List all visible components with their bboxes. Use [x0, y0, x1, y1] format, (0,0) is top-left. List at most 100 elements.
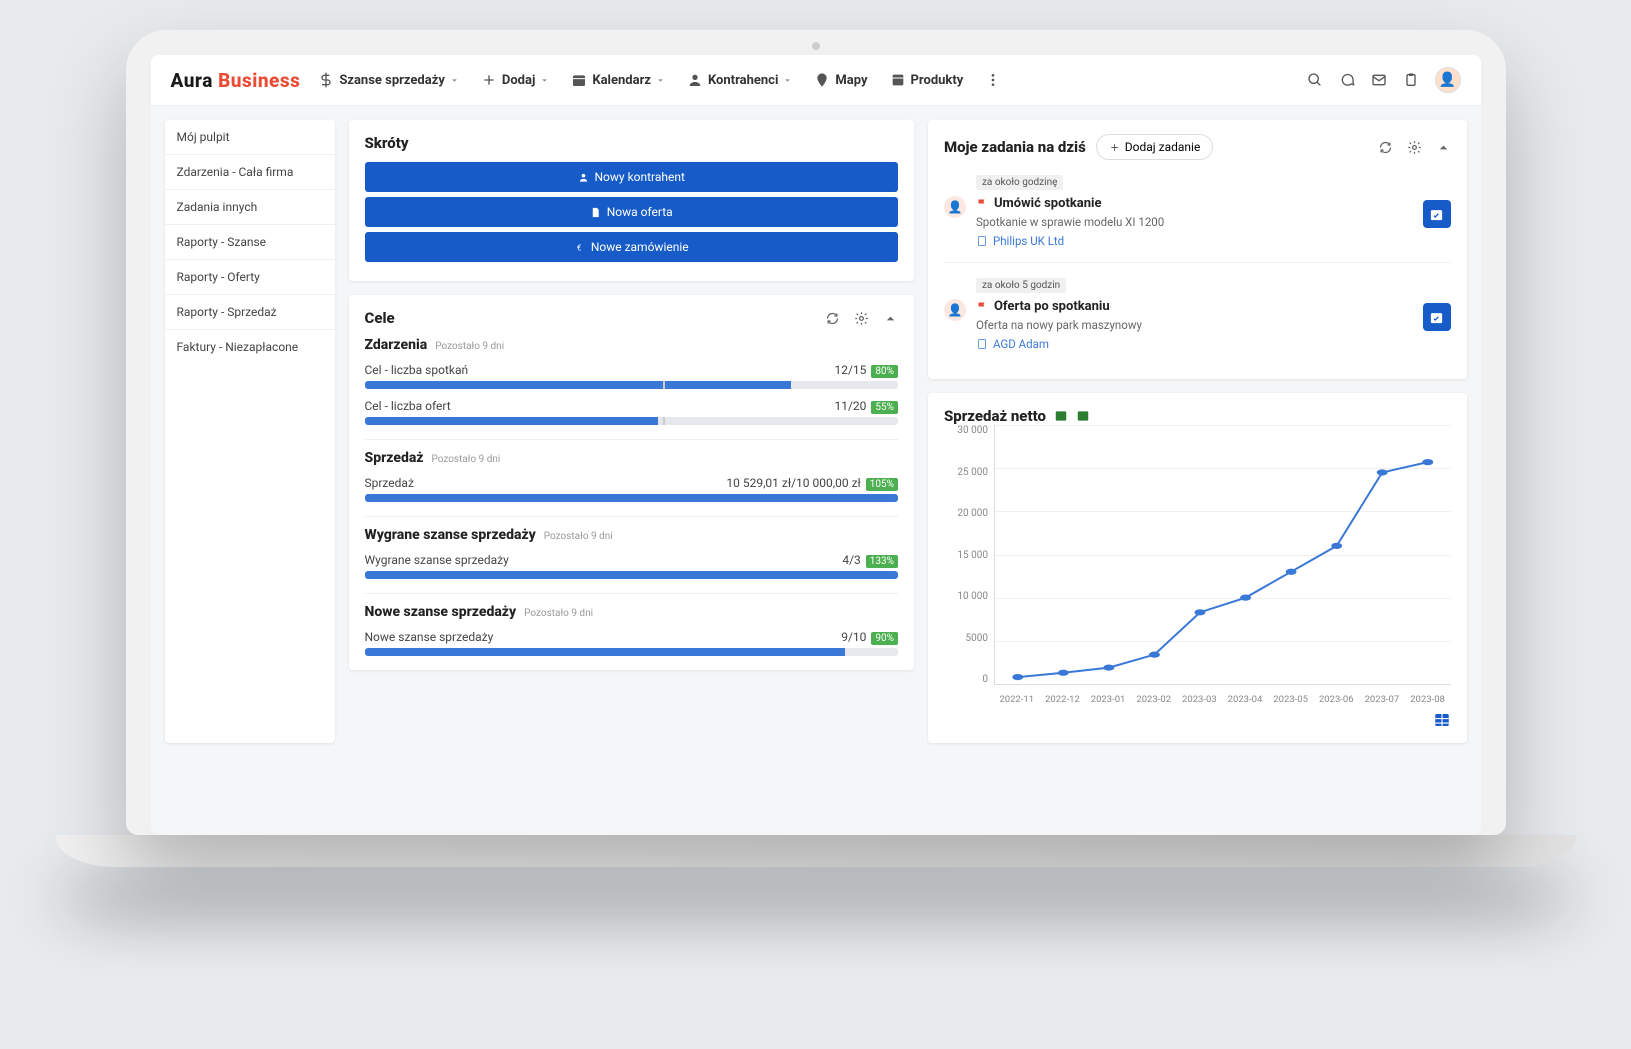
section-won-sub: Pozostało 9 dni — [544, 531, 613, 542]
task-time: za około godzinę — [976, 175, 1063, 190]
person-add-icon — [578, 172, 589, 183]
task-desc: Spotkanie w sprawie modelu XI 1200 — [976, 215, 1413, 229]
collapse-icon[interactable] — [883, 311, 898, 326]
top-header: Aura Business Szanse sprzedaży Dodaj — [151, 55, 1481, 106]
y-tick: 20 000 — [944, 508, 988, 519]
logo-part1: Aura — [171, 69, 213, 92]
nav-sales-label: Szanse sprzedaży — [339, 73, 445, 88]
sidebar-item-tasks[interactable]: Zadania innych — [165, 190, 335, 225]
y-tick: 0 — [944, 674, 988, 685]
excel-icon-2[interactable] — [1076, 409, 1090, 423]
nav-products[interactable]: Produkty — [890, 72, 964, 88]
x-tick: 2023-05 — [1273, 694, 1308, 705]
x-tick: 2023-03 — [1182, 694, 1217, 705]
shortcuts-card: Skróty Nowy kontrahent Nowa oferta — [349, 120, 914, 281]
task-avatar: 👤 — [944, 299, 966, 321]
more-icon[interactable] — [985, 72, 1001, 88]
x-tick: 2023-02 — [1136, 694, 1171, 705]
sidebar-item-reports-offers[interactable]: Raporty - Oferty — [165, 260, 335, 295]
goal-sales-badge: 105% — [866, 478, 898, 491]
excel-icon[interactable] — [1054, 409, 1068, 423]
goals-title: Cele — [365, 309, 395, 327]
sidebar-item-reports-sales[interactable]: Raporty - Sprzedaż — [165, 295, 335, 330]
nav-sales[interactable]: Szanse sprzedaży — [318, 72, 459, 88]
calendar-icon — [571, 72, 587, 88]
chevron-down-icon — [656, 76, 665, 85]
add-task-button[interactable]: Dodaj zadanie — [1096, 134, 1214, 160]
x-tick: 2023-04 — [1228, 694, 1263, 705]
task-avatar: 👤 — [944, 196, 966, 218]
goal-won-label: Wygrane szanse sprzedaży — [365, 553, 509, 567]
goal-new-value: 9/10 — [841, 630, 866, 644]
goal-new-label: Nowe szanse sprzedaży — [365, 630, 494, 644]
section-events-title: Zdarzenia — [365, 337, 428, 353]
svg-text:€: € — [577, 243, 582, 253]
new-offer-label: Nowa oferta — [607, 205, 673, 219]
new-contractor-button[interactable]: Nowy kontrahent — [365, 162, 898, 192]
mail-icon[interactable] — [1371, 72, 1387, 88]
refresh-icon[interactable] — [825, 311, 840, 326]
goal-sales: Sprzedaż 10 529,01 zł/10 000,00 zł105% — [365, 476, 898, 502]
nav-add-label: Dodaj — [502, 73, 535, 88]
section-sales-title: Sprzedaż — [365, 450, 424, 466]
chat-icon[interactable] — [1339, 72, 1355, 88]
task-link[interactable]: Philips UK Ltd — [976, 234, 1413, 248]
section-new-title: Nowe szanse sprzedaży — [365, 604, 517, 620]
new-offer-button[interactable]: Nowa oferta — [365, 197, 898, 227]
clipboard-icon[interactable] — [1403, 72, 1419, 88]
refresh-icon[interactable] — [1378, 140, 1393, 155]
task-calendar-button[interactable] — [1423, 200, 1451, 228]
sidebar-item-invoices[interactable]: Faktury - Niezapłacone — [165, 330, 335, 364]
calendar-check-icon — [1429, 207, 1444, 222]
gear-icon[interactable] — [854, 311, 869, 326]
collapse-icon[interactable] — [1436, 140, 1451, 155]
progress-offers — [365, 417, 898, 425]
nav-contractors-label: Kontrahenci — [708, 73, 778, 88]
pin-icon — [814, 72, 830, 88]
goal-meetings: Cel - liczba spotkań 12/1580% — [365, 363, 898, 389]
new-order-button[interactable]: € Nowe zamówienie — [365, 232, 898, 262]
doc-link-icon — [976, 235, 988, 247]
x-tick: 2022-11 — [999, 694, 1034, 705]
table-view-icon[interactable] — [1433, 711, 1451, 729]
nav-maps[interactable]: Mapy — [814, 72, 867, 88]
calendar-check-icon — [1429, 310, 1444, 325]
section-sales-sub: Pozostało 9 dni — [431, 454, 500, 465]
sidebar-item-reports-chances[interactable]: Raporty - Szanse — [165, 225, 335, 260]
goal-offers-value: 11/20 — [834, 399, 866, 413]
header-actions: 👤 — [1307, 67, 1461, 93]
logo-part2: Business — [218, 69, 300, 92]
progress-sales — [365, 494, 898, 502]
x-axis: 2022-112022-122023-012023-022023-032023-… — [994, 694, 1451, 705]
plus-icon — [481, 72, 497, 88]
gear-icon[interactable] — [1407, 140, 1422, 155]
user-avatar[interactable]: 👤 — [1435, 67, 1461, 93]
tasks-title: Moje zadania na dziś — [944, 138, 1086, 156]
task-item: 👤 za około 5 godzin Oferta po spotkaniu … — [944, 273, 1451, 365]
progress-meetings — [365, 381, 898, 389]
task-calendar-button[interactable] — [1423, 303, 1451, 331]
goals-card: Cele Zdarzenia Pozostało 9 dni — [349, 295, 914, 670]
nav-contractors[interactable]: Kontrahenci — [687, 72, 792, 88]
y-tick: 15 000 — [944, 550, 988, 561]
chart-area: 30 000 25 000 20 000 15 000 10 000 5000 … — [944, 425, 1451, 705]
doc-icon — [590, 207, 601, 218]
sidebar-item-pulpit[interactable]: Mój pulpit — [165, 120, 335, 155]
goal-meetings-value: 12/15 — [834, 363, 866, 377]
task-link[interactable]: AGD Adam — [976, 337, 1413, 351]
task-title: Oferta po spotkaniu — [994, 299, 1110, 314]
goal-won-value: 4/3 — [842, 553, 860, 567]
search-icon[interactable] — [1307, 72, 1323, 88]
nav-calendar-label: Kalendarz — [592, 73, 651, 88]
nav-calendar[interactable]: Kalendarz — [571, 72, 665, 88]
new-order-label: Nowe zamówienie — [591, 240, 689, 254]
nav-add[interactable]: Dodaj — [481, 72, 549, 88]
y-tick: 5000 — [944, 633, 988, 644]
main-menu: Szanse sprzedaży Dodaj Kalendarz — [318, 72, 1001, 88]
sidebar: Mój pulpit Zdarzenia - Cała firma Zadani… — [165, 120, 335, 743]
flag-icon — [976, 301, 988, 313]
chevron-down-icon — [540, 76, 549, 85]
section-new-sub: Pozostało 9 dni — [524, 608, 593, 619]
sidebar-item-events[interactable]: Zdarzenia - Cała firma — [165, 155, 335, 190]
box-icon — [890, 72, 906, 88]
